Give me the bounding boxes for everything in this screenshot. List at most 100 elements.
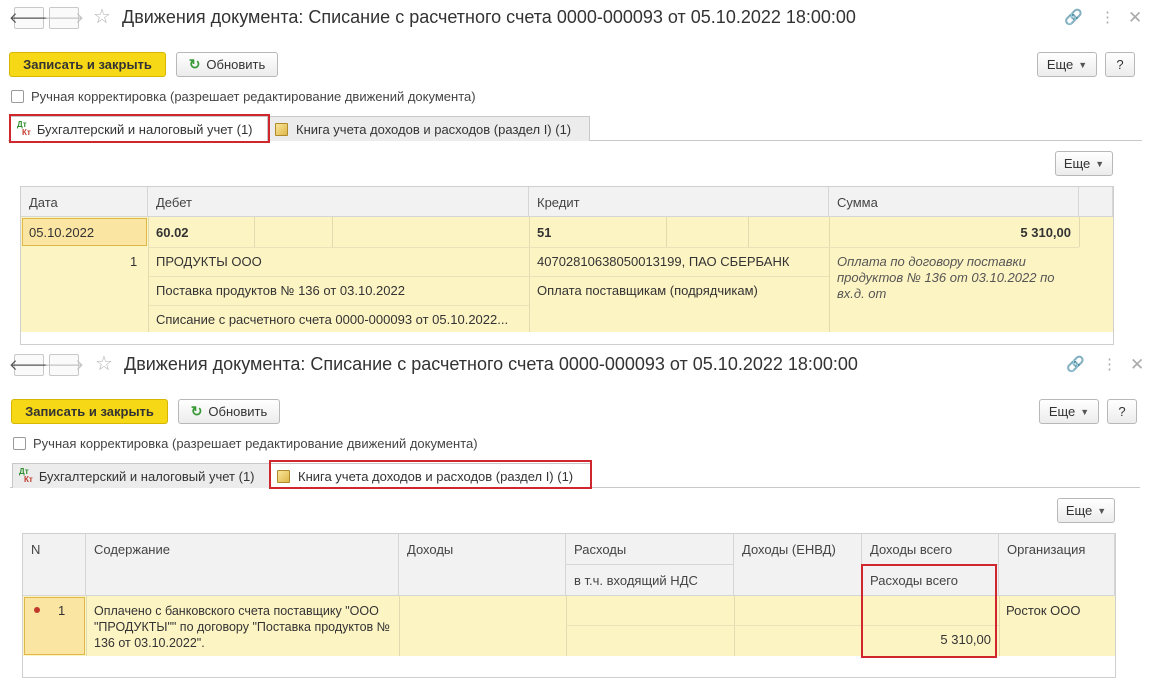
more-vert-icon[interactable]: ⋮ — [1102, 357, 1117, 372]
column-divider — [734, 596, 735, 656]
more-label: Еще — [1046, 57, 1074, 72]
col-header-expenses[interactable]: Расходы — [566, 534, 734, 565]
refresh-button[interactable]: ↻ Обновить — [178, 399, 280, 424]
row-divider — [148, 305, 529, 306]
cell-content: Оплачено с банковского счета поставщику … — [94, 604, 391, 650]
book-icon — [275, 122, 288, 136]
col-header-amount[interactable]: Сумма — [829, 187, 1079, 217]
cell-debit-sub3: Списание с расчетного счета 0000-000093 … — [156, 312, 509, 327]
refresh-icon: ↻ — [188, 56, 201, 72]
chevron-down-icon: ▼ — [1078, 59, 1088, 70]
cell-description: Оплата по договору поставки продуктов № … — [837, 254, 1055, 301]
col-header-income-envd[interactable]: Доходы (ЕНВД) — [734, 534, 862, 596]
column-divider — [748, 217, 749, 247]
manual-edit-label: Ручная корректировка (разрешает редактир… — [33, 436, 478, 451]
manual-edit-checkbox[interactable] — [11, 90, 24, 103]
cell-credit-sub2: Оплата поставщикам (подрядчикам) — [537, 283, 758, 298]
tab-book-label: Книга учета доходов и расходов (раздел I… — [296, 121, 572, 137]
col-header-n[interactable]: N — [23, 534, 86, 596]
col-header-income[interactable]: Доходы — [399, 534, 566, 596]
column-divider — [529, 217, 530, 332]
tab-income-expense-book[interactable]: Книга учета доходов и расходов (раздел I… — [270, 463, 592, 488]
close-icon[interactable]: ✕ — [1128, 9, 1142, 26]
forward-button[interactable]: 🡒 — [44, 354, 84, 376]
book-icon — [277, 469, 290, 483]
star-icon[interactable]: ☆ — [95, 354, 113, 374]
dt-kt-icon: Дт Кт — [17, 120, 31, 137]
save-close-button[interactable]: Записать и закрыть — [11, 399, 168, 424]
link-icon[interactable]: 🔗 — [1064, 10, 1083, 25]
chevron-down-icon: ▼ — [1097, 505, 1107, 516]
column-divider — [332, 217, 333, 247]
selected-cell[interactable] — [24, 597, 85, 655]
more-button[interactable]: Еще ▼ — [1037, 52, 1097, 77]
cell-debit-sub2: Поставка продуктов № 136 от 03.10.2022 — [156, 283, 405, 298]
tab-accounting[interactable]: Дт Кт Бухгалтерский и налоговый учет (1) — [12, 463, 270, 488]
row-divider — [148, 276, 829, 277]
row-divider — [566, 625, 999, 626]
arrow-right-icon: 🡒 — [43, 9, 85, 27]
refresh-label: Обновить — [208, 404, 268, 419]
refresh-button[interactable]: ↻ Обновить — [176, 52, 278, 77]
tab-book-label: Книга учета доходов и расходов (раздел I… — [298, 468, 574, 484]
back-button[interactable]: 🡐 — [9, 354, 49, 376]
table-more-button[interactable]: Еще ▼ — [1057, 498, 1115, 523]
movements-window-1: 🡐 🡒 ☆ Движения документа: Списание с рас… — [0, 0, 1150, 345]
more-button[interactable]: Еще ▼ — [1039, 399, 1099, 424]
column-divider — [254, 217, 255, 247]
cell-expenses-total: 5 310,00 — [940, 632, 991, 647]
column-divider — [829, 217, 830, 332]
cell-amount: 5 310,00 — [1020, 225, 1071, 240]
refresh-icon: ↻ — [190, 403, 203, 419]
star-icon[interactable]: ☆ — [93, 7, 111, 27]
page-title: Движения документа: Списание с расчетног… — [124, 354, 858, 374]
column-divider — [862, 596, 863, 656]
close-icon[interactable]: ✕ — [1130, 356, 1144, 373]
arrow-right-icon: 🡒 — [43, 356, 85, 374]
chevron-down-icon: ▼ — [1095, 158, 1105, 169]
column-divider — [566, 596, 567, 656]
col-header-credit[interactable]: Кредит — [529, 187, 829, 217]
col-header-date[interactable]: Дата — [21, 187, 148, 217]
more-label: Еще — [1048, 404, 1076, 419]
table-more-label: Еще — [1063, 156, 1091, 171]
forward-button[interactable]: 🡒 — [44, 7, 84, 29]
cell-credit-sub1: 40702810638050013199, ПАО СБЕРБАНК — [537, 254, 790, 269]
tab-accounting-label: Бухгалтерский и налоговый учет (1) — [36, 121, 253, 137]
cell-row-number: 1 — [130, 254, 138, 269]
help-button[interactable]: ? — [1105, 52, 1135, 77]
row-divider — [148, 247, 1079, 248]
tab-accounting[interactable]: Дт Кт Бухгалтерский и налоговый учет (1) — [10, 116, 268, 141]
manual-edit-label: Ручная корректировка (разрешает редактир… — [31, 89, 476, 104]
back-button[interactable]: 🡐 — [9, 7, 49, 29]
help-button[interactable]: ? — [1107, 399, 1137, 424]
record-marker-icon — [34, 607, 40, 613]
cell-debit-account: 60.02 — [156, 225, 189, 240]
more-vert-icon[interactable]: ⋮ — [1100, 10, 1115, 25]
tab-income-expense-book[interactable]: Книга учета доходов и расходов (раздел I… — [268, 116, 590, 141]
manual-edit-checkbox[interactable] — [13, 437, 26, 450]
tab-accounting-label: Бухгалтерский и налоговый учет (1) — [38, 468, 255, 484]
cell-row-number: 1 — [58, 603, 66, 618]
dt-kt-icon: Дт Кт — [19, 467, 33, 484]
col-header-debit[interactable]: Дебет — [148, 187, 529, 217]
table-more-label: Еще — [1065, 503, 1093, 518]
column-divider — [148, 217, 149, 332]
col-header-income-total[interactable]: Доходы всего — [862, 534, 999, 565]
col-header-organization[interactable]: Организация — [999, 534, 1115, 596]
cell-organization: Росток ООО — [1006, 603, 1081, 618]
column-divider — [1079, 217, 1080, 247]
save-close-button[interactable]: Записать и закрыть — [9, 52, 166, 77]
column-divider — [399, 596, 400, 656]
col-header-content[interactable]: Содержание — [86, 534, 399, 596]
column-divider — [86, 596, 87, 656]
col-header-expenses-total[interactable]: Расходы всего — [862, 565, 999, 596]
column-divider — [999, 596, 1000, 656]
table-more-button[interactable]: Еще ▼ — [1055, 151, 1113, 176]
col-header-spacer — [1079, 187, 1113, 217]
link-icon[interactable]: 🔗 — [1066, 357, 1085, 372]
cell-date: 05.10.2022 — [29, 225, 95, 240]
chevron-down-icon: ▼ — [1080, 406, 1090, 417]
col-header-expenses-vat[interactable]: в т.ч. входящий НДС — [566, 565, 734, 596]
column-divider — [666, 217, 667, 247]
